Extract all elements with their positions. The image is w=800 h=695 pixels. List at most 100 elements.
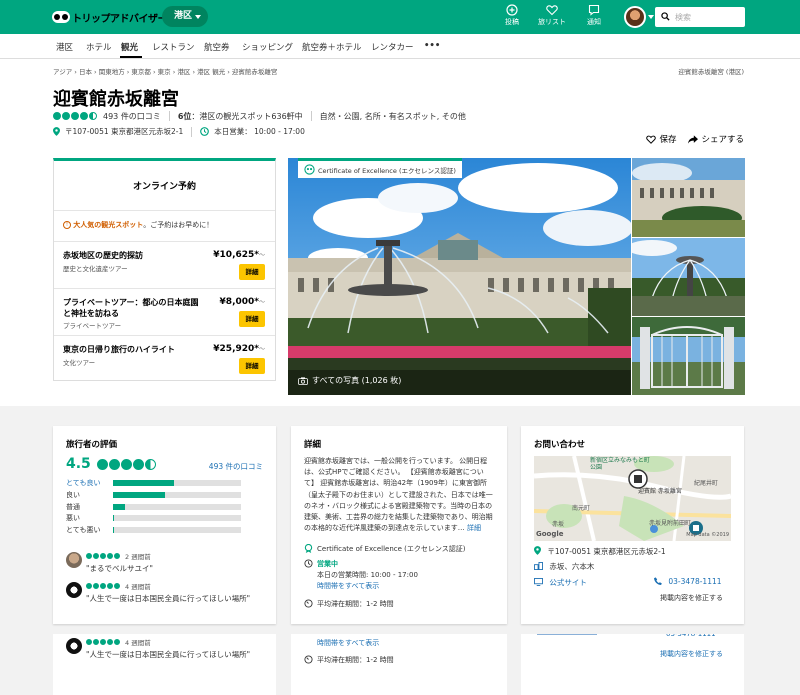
- rating-bar-row[interactable]: とても良い48%: [66, 478, 316, 488]
- details-card: 詳細 迎賓館赤坂離宮では、一般公開を行っています。 公開日程は、公式HPでご確認…: [291, 426, 507, 624]
- notifications-button[interactable]: 通知: [577, 4, 611, 27]
- all-hours-link[interactable]: 時間帯をすべて表示: [317, 638, 379, 648]
- contact-website[interactable]: 公式サイト: [534, 577, 587, 588]
- trips-label: 旅リスト: [538, 18, 566, 26]
- location-pill[interactable]: 港区: [162, 6, 208, 27]
- post-button[interactable]: 投稿: [495, 4, 529, 27]
- tour-name[interactable]: 東京の日帰り旅行のハイライト: [63, 344, 205, 355]
- bubble-icon: [86, 583, 92, 589]
- booking-alert: ! 大人気の観光スポット。ご予約はお早めに！: [54, 211, 275, 241]
- rank-bold: 6位: [177, 111, 192, 121]
- categories[interactable]: 自然・公園, 名所・有名スポット, その他: [320, 111, 466, 122]
- photo-thumbnail[interactable]: [632, 238, 745, 316]
- trips-button[interactable]: 旅リスト: [535, 4, 569, 27]
- search-input[interactable]: 検索: [655, 7, 745, 27]
- rating-bar-row[interactable]: 普通9%: [66, 502, 316, 512]
- review-count-link[interactable]: 493 件の口コミ: [103, 111, 161, 122]
- tour-details-button[interactable]: 詳細: [239, 264, 265, 280]
- camera-icon: [298, 376, 308, 385]
- review-snippet[interactable]: 4 週間前 "人生で一度は日本国民全員に行ってほしい場所": [66, 580, 316, 608]
- tour-item[interactable]: 東京の日帰り旅行のハイライト 文化ツアー ¥25,920*〜 詳細: [54, 335, 275, 383]
- photo-thumbnail[interactable]: [632, 158, 745, 237]
- review-quote[interactable]: "人生で一度は日本国民全員に行ってほしい場所": [86, 593, 250, 604]
- rating-bar-row[interactable]: 良い41%: [66, 490, 316, 500]
- main-photo[interactable]: [288, 158, 631, 395]
- all-photos-button[interactable]: すべての写真 (1,026 枚): [298, 375, 401, 386]
- review-bubbles: [86, 553, 121, 559]
- all-hours-link[interactable]: 時間帯をすべて表示: [317, 581, 379, 591]
- save-button[interactable]: 保存: [646, 133, 676, 145]
- bubble-icon: [107, 583, 113, 589]
- edit-listing-link[interactable]: 掲載内容を修正する: [660, 649, 723, 659]
- address-text[interactable]: 〒107-0051 東京都港区元赤坂2-1: [65, 126, 183, 137]
- map-label-palace: 迎賓館 赤坂離宮: [638, 488, 682, 495]
- tour-price: ¥8,000*〜: [220, 297, 265, 307]
- review-count-link[interactable]: 493 件の口コミ: [209, 461, 263, 472]
- nav-item-flights[interactable]: 航空券: [204, 41, 230, 53]
- all-photos-label: すべての写真 (1,026 枚): [312, 376, 402, 385]
- tour-name[interactable]: プライベートツアー：都心の日本庭園と神社を訪ねる: [63, 297, 205, 319]
- reviewer-avatar[interactable]: [66, 552, 82, 568]
- contact-area-text[interactable]: 赤坂、六本木: [549, 562, 594, 571]
- nav-item-rental-car[interactable]: レンタカー: [371, 41, 414, 53]
- nav-item-shopping[interactable]: ショッピング: [242, 41, 293, 53]
- review-snippet[interactable]: 4 週間前 "人生で一度は日本国民全員に行ってほしい場所": [66, 636, 316, 664]
- rating-bar-row[interactable]: とても悪い1%: [66, 525, 316, 535]
- nav-active-underline: [120, 56, 142, 58]
- nav-item-attractions[interactable]: 観光: [121, 41, 138, 53]
- edit-listing-link[interactable]: 掲載内容を修正する: [660, 593, 723, 603]
- avatar-chevron-icon[interactable]: [648, 15, 654, 19]
- neighborhood-icon: [534, 562, 543, 570]
- contact-phone[interactable]: 03-3478-1111: [654, 577, 722, 586]
- tour-details-button[interactable]: 詳細: [239, 358, 265, 374]
- tour-type: 文化ツアー: [63, 359, 96, 367]
- bubble-icon: [86, 639, 92, 645]
- bubble-icon: [114, 553, 120, 559]
- review-snippet[interactable]: 2 週間前 "まるでベルサユイ": [66, 550, 316, 578]
- rating-bubbles[interactable]: [53, 112, 98, 120]
- heart-icon: [646, 135, 657, 144]
- contact-address-text[interactable]: 〒107-0051 東京都港区元赤坂2-1: [547, 547, 665, 556]
- reviewer-avatar[interactable]: [66, 582, 82, 598]
- tour-name[interactable]: 赤坂地区の歴史的探訪: [63, 250, 205, 261]
- location-map[interactable]: 新宿区立みなみもと町公園 迎賓館 赤坂離宮 紀尾井町 南元町 赤坂 赤坂見附前田…: [534, 456, 731, 541]
- website-link-clipped[interactable]: [537, 634, 597, 635]
- review-quote[interactable]: "まるでベルサユイ": [86, 563, 153, 574]
- nav-item-area[interactable]: 港区: [56, 41, 73, 53]
- phone-link[interactable]: 03-3478-1111: [668, 577, 721, 586]
- hours-text[interactable]: 本日営業： 10:00 - 17:00: [214, 126, 305, 137]
- review-quote[interactable]: "人生で一度は日本国民全員に行ってほしい場所": [86, 649, 250, 660]
- tour-price: ¥25,920*〜: [213, 344, 265, 354]
- logo-text: トリップアドバイザー: [72, 13, 168, 25]
- nav-item-hotels[interactable]: ホテル: [86, 41, 112, 53]
- nav-more-button[interactable]: •••: [424, 41, 440, 51]
- rating-bar-row[interactable]: 悪い1%: [66, 513, 316, 523]
- user-avatar[interactable]: [624, 6, 646, 28]
- map-label-minamimoto: 南元町: [572, 505, 591, 512]
- tour-price-value: ¥25,920*: [213, 344, 259, 354]
- reviewer-avatar[interactable]: [66, 638, 82, 654]
- phone-link-clipped[interactable]: 03-3478-1111: [666, 634, 716, 638]
- half-bubble-icon: [89, 112, 97, 120]
- share-button[interactable]: シェアする: [688, 133, 744, 145]
- tour-item[interactable]: プライベートツアー：都心の日本庭園と神社を訪ねる プライベートツアー ¥8,00…: [54, 288, 275, 335]
- tour-item[interactable]: 赤坂地区の歴史的探訪 歴史と文化遺産ツアー ¥10,625*〜 詳細: [54, 241, 275, 288]
- website-link[interactable]: 公式サイト: [549, 578, 587, 587]
- nav-item-flight-hotel[interactable]: 航空券＋ホテル: [302, 41, 362, 53]
- timer-icon: [304, 599, 313, 608]
- heart-icon: [546, 5, 558, 16]
- details-more-link[interactable]: 詳細: [467, 524, 481, 532]
- rank-text[interactable]: ：港区の観光スポット636軒中: [191, 111, 302, 122]
- bubble-icon: [53, 112, 61, 120]
- coe-owl-icon: [304, 164, 315, 175]
- photo-thumbnail[interactable]: [632, 317, 745, 395]
- bubble-icon: [62, 112, 70, 120]
- tripadvisor-logo[interactable]: トリップアドバイザー 日本: [52, 8, 180, 26]
- breadcrumb[interactable]: アジア › 日本 › 関東地方 › 東京都 › 東京 › 港区 › 港区 観光 …: [53, 66, 277, 76]
- tour-details-button[interactable]: 詳細: [239, 311, 265, 327]
- divider: [310, 111, 312, 121]
- nav-item-restaurants[interactable]: レストラン: [152, 41, 195, 53]
- rating-bar-label: とても良い: [66, 479, 101, 487]
- map-pin-icon: [53, 127, 60, 136]
- bubble-icon: [100, 553, 106, 559]
